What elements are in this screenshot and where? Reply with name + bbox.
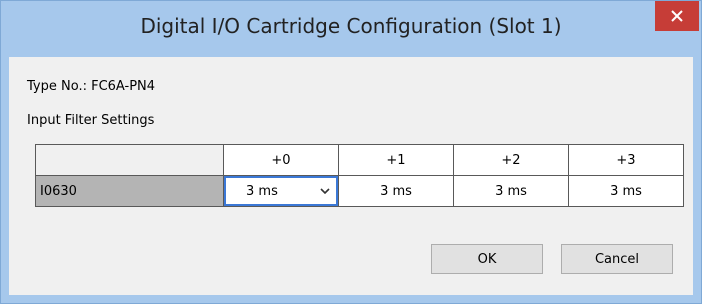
filter-cell-plus1[interactable]: 3 ms <box>338 175 454 207</box>
dialog-title: Digital I/O Cartridge Configuration (Slo… <box>140 14 562 38</box>
column-header: +0 <box>223 144 339 176</box>
dialog-client-area: Type No.: FC6A-PN4 Input Filter Settings… <box>9 57 693 295</box>
close-icon <box>671 10 683 22</box>
column-header: +2 <box>453 144 569 176</box>
corner-header-cell <box>35 144 224 176</box>
ok-button[interactable]: OK <box>431 244 543 274</box>
input-filter-settings-label: Input Filter Settings <box>27 113 155 128</box>
close-button[interactable] <box>655 1 699 31</box>
filter-select-value: 3 ms <box>246 183 278 199</box>
row-header-address: I0630 <box>35 175 224 207</box>
table-row: I0630 3 ms 3 ms 3 ms 3 ms <box>35 175 684 207</box>
input-filter-table: +0 +1 +2 +3 I0630 3 ms 3 ms 3 ms 3 ms <box>35 144 684 207</box>
column-header: +3 <box>568 144 684 176</box>
table-header-row: +0 +1 +2 +3 <box>35 144 684 176</box>
filter-cell-plus2[interactable]: 3 ms <box>453 175 569 207</box>
dialog-window: Digital I/O Cartridge Configuration (Slo… <box>0 0 702 304</box>
filter-select-plus0[interactable]: 3 ms <box>223 175 339 207</box>
column-header: +1 <box>338 144 454 176</box>
filter-cell-plus3[interactable]: 3 ms <box>568 175 684 207</box>
chevron-down-icon <box>320 188 330 194</box>
title-bar: Digital I/O Cartridge Configuration (Slo… <box>1 1 701 57</box>
type-number-label: Type No.: FC6A-PN4 <box>27 79 156 94</box>
cancel-button[interactable]: Cancel <box>561 244 673 274</box>
